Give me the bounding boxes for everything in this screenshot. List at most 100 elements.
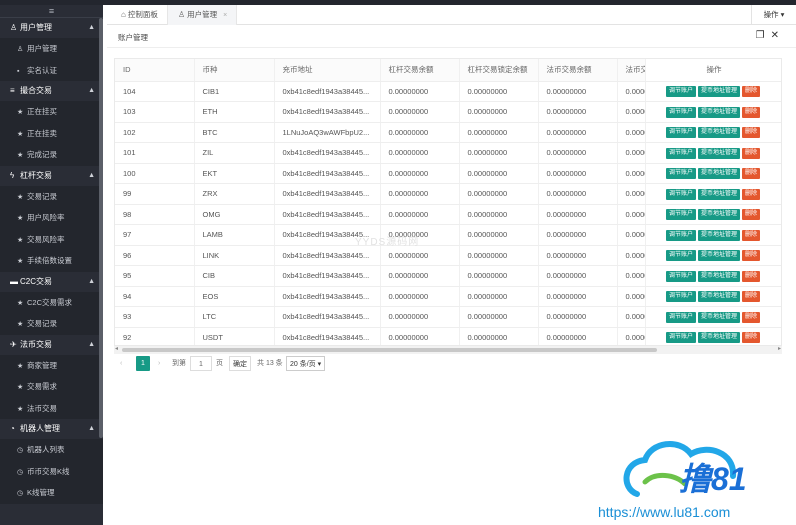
- operations-dropdown[interactable]: 操作 ▾: [751, 5, 796, 25]
- adjust-account-button[interactable]: 调节账户: [665, 188, 696, 200]
- withdraw-address-button[interactable]: 提币地址管理: [697, 86, 740, 98]
- table-cell: LINK: [194, 245, 275, 266]
- delete-button[interactable]: 删除: [742, 188, 761, 200]
- withdraw-address-button[interactable]: 提币地址管理: [697, 127, 740, 139]
- adjust-account-button[interactable]: 调节账户: [665, 106, 696, 118]
- withdraw-address-button[interactable]: 提币地址管理: [697, 168, 740, 180]
- delete-button[interactable]: 删除: [742, 147, 761, 159]
- sidebar-item[interactable]: ★ 正在挂买: [0, 101, 103, 123]
- delete-button[interactable]: 删除: [742, 291, 761, 303]
- delete-button[interactable]: 删除: [742, 250, 761, 262]
- sidebar-item[interactable]: ♙ 用户管理: [0, 38, 103, 60]
- confirm-button[interactable]: 确定: [229, 356, 251, 371]
- adjust-account-button[interactable]: 调节账户: [665, 127, 696, 139]
- delete-button[interactable]: 删除: [742, 311, 761, 323]
- withdraw-address-button[interactable]: 提币地址管理: [697, 106, 740, 118]
- table-row: 97 LAMB 0xb41c8edf1943a38445... 0.00000000 0…: [115, 224, 781, 246]
- table-cell: 0.00000000: [538, 306, 618, 328]
- scroll-right-icon[interactable]: ▸: [778, 345, 781, 352]
- sidebar-group[interactable]: ♙ 用户管理 ▲: [0, 18, 103, 38]
- sidebar-group[interactable]: ▬ C2C交易 ▲: [0, 271, 103, 292]
- star-icon: ★: [17, 384, 24, 391]
- sidebar-item[interactable]: ★ 商家管理: [0, 354, 103, 376]
- robot-icon: ◔: [10, 424, 15, 433]
- adjust-account-button[interactable]: 调节账户: [665, 311, 696, 323]
- withdraw-address-button[interactable]: 提币地址管理: [697, 188, 740, 200]
- withdraw-address-button[interactable]: 提币地址管理: [697, 270, 740, 282]
- sidebar-group[interactable]: ✈ 法币交易 ▲: [0, 334, 103, 355]
- sidebar-item[interactable]: ★ 交易记录: [0, 185, 103, 207]
- delete-button[interactable]: 删除: [742, 332, 761, 344]
- tab-dashboard[interactable]: ⌂ 控制面板: [111, 5, 167, 25]
- tab-user-management[interactable]: ♙ 用户管理 ×: [167, 5, 237, 25]
- scrollbar-thumb[interactable]: [122, 348, 657, 352]
- sidebar-group[interactable]: ϟ 杠杆交易 ▲: [0, 165, 103, 186]
- adjust-account-button[interactable]: 调节账户: [665, 291, 696, 303]
- sidebar-item[interactable]: ◷ 币币交易K线: [0, 460, 103, 482]
- sidebar-scrollbar[interactable]: [99, 18, 103, 438]
- sidebar-group-label: 法币交易: [20, 339, 52, 349]
- sidebar-item[interactable]: ★ 交易风险率: [0, 228, 103, 250]
- goto-page-input[interactable]: 1: [190, 356, 212, 371]
- table-cell: 0xb41c8edf1943a38445...: [274, 142, 381, 164]
- horizontal-scrollbar[interactable]: ◂ ▸: [114, 346, 782, 354]
- adjust-account-button[interactable]: 调节账户: [665, 229, 696, 241]
- sidebar-item[interactable]: ★ 交易需求: [0, 376, 103, 398]
- sidebar-item[interactable]: ★ 完成记录: [0, 144, 103, 166]
- user-icon: ♙: [17, 46, 24, 53]
- sidebar-item[interactable]: ★ 用户风险率: [0, 207, 103, 229]
- adjust-account-button[interactable]: 调节账户: [665, 147, 696, 159]
- withdraw-address-button[interactable]: 提币地址管理: [697, 291, 740, 303]
- adjust-account-button[interactable]: 调节账户: [665, 250, 696, 262]
- sidebar-item[interactable]: ★ 手续倍数设置: [0, 250, 103, 272]
- withdraw-address-button[interactable]: 提币地址管理: [697, 250, 740, 262]
- scroll-left-icon[interactable]: ◂: [115, 345, 118, 352]
- adjust-account-button[interactable]: 调节账户: [665, 270, 696, 282]
- sidebar-item[interactable]: ◷ K线管理: [0, 482, 103, 504]
- tab-bar: ⌂ 控制面板 ♙ 用户管理 × 操作 ▾: [107, 5, 796, 25]
- delete-button[interactable]: 删除: [742, 127, 761, 139]
- delete-button[interactable]: 删除: [742, 270, 761, 282]
- delete-button[interactable]: 删除: [742, 209, 761, 221]
- restore-window-icon[interactable]: ❐: [756, 30, 765, 41]
- sidebar-group[interactable]: ◔ 机器人管理 ▲: [0, 419, 103, 439]
- table-row: 103 ETH 0xb41c8edf1943a38445... 0.00000000 0…: [115, 101, 781, 123]
- table-cell: 0.00000000: [459, 204, 539, 225]
- actions-cell: 调节账户 提币地址管理 删除: [644, 163, 781, 184]
- sidebar-group[interactable]: ≡ 撮合交易 ▲: [0, 81, 103, 101]
- withdraw-address-button[interactable]: 提币地址管理: [697, 311, 740, 323]
- close-icon[interactable]: ✕: [771, 30, 779, 41]
- delete-button[interactable]: 删除: [742, 229, 761, 241]
- prev-page-button[interactable]: ‹: [120, 356, 122, 371]
- sidebar-toggle-button[interactable]: ≡: [0, 5, 103, 18]
- table-cell: 0.00000000: [459, 142, 539, 164]
- sidebar-item[interactable]: ★ 法币交易: [0, 397, 103, 419]
- sidebar-item[interactable]: ▪ 实名认证: [0, 59, 103, 81]
- delete-button[interactable]: 删除: [742, 168, 761, 180]
- page-1-button[interactable]: 1: [136, 356, 150, 371]
- close-icon[interactable]: ×: [223, 12, 227, 19]
- next-page-button[interactable]: ›: [158, 356, 160, 371]
- sidebar-item[interactable]: ◷ 机器人列表: [0, 439, 103, 461]
- sidebar-item-label: 交易记录: [27, 319, 57, 328]
- withdraw-address-button[interactable]: 提币地址管理: [697, 209, 740, 221]
- adjust-account-button[interactable]: 调节账户: [665, 332, 696, 344]
- sidebar-item[interactable]: ★ 交易记录: [0, 313, 103, 335]
- total-count: 共 13 条: [257, 360, 283, 367]
- table-header-row: ID币种充币地址杠杆交易余额杠杆交易锁定余额法币交易余额法币交操作: [115, 59, 781, 82]
- sidebar-item[interactable]: ★ C2C交易需求: [0, 291, 103, 313]
- column-header: 充币地址: [274, 59, 381, 82]
- withdraw-address-button[interactable]: 提币地址管理: [697, 229, 740, 241]
- table-cell: 0.00000000: [380, 327, 460, 345]
- table-cell: 0.00000000: [538, 327, 618, 345]
- sidebar-item[interactable]: ★ 正在挂卖: [0, 122, 103, 144]
- delete-button[interactable]: 删除: [742, 86, 761, 98]
- table-cell: 0.00000000: [380, 183, 460, 205]
- withdraw-address-button[interactable]: 提币地址管理: [697, 332, 740, 344]
- page-size-select[interactable]: 20 条/页 ▾: [286, 356, 326, 371]
- delete-button[interactable]: 删除: [742, 106, 761, 118]
- withdraw-address-button[interactable]: 提币地址管理: [697, 147, 740, 159]
- adjust-account-button[interactable]: 调节账户: [665, 209, 696, 221]
- adjust-account-button[interactable]: 调节账户: [665, 168, 696, 180]
- adjust-account-button[interactable]: 调节账户: [665, 86, 696, 98]
